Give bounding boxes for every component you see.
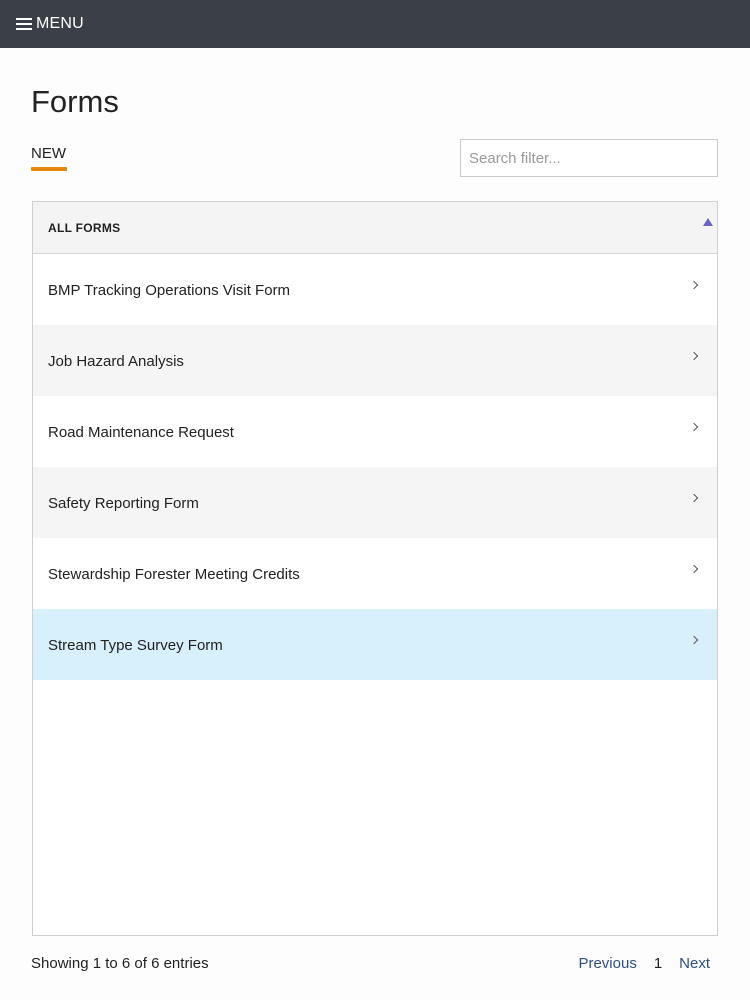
table-row[interactable]: Stewardship Forester Meeting Credits [33,538,717,609]
previous-page-link[interactable]: Previous [578,955,636,972]
forms-table: ALL FORMS BMP Tracking Operations Visit … [32,201,718,936]
row-label: Road Maintenance Request [48,424,234,441]
chevron-right-icon [689,280,699,290]
table-row[interactable]: Job Hazard Analysis [33,325,717,396]
chevron-right-icon [689,493,699,503]
search-input[interactable] [460,139,718,177]
table-row[interactable]: Road Maintenance Request [33,396,717,467]
top-bar: MENU [0,0,750,48]
next-page-link[interactable]: Next [679,955,710,972]
chevron-right-icon [689,635,699,645]
row-label: Job Hazard Analysis [48,353,184,370]
table-row[interactable]: Safety Reporting Form [33,467,717,538]
chevron-right-icon [689,351,699,361]
tab-new[interactable]: NEW [31,145,67,171]
chevron-right-icon [689,564,699,574]
tab-active-underline [31,167,67,171]
table-row-selected[interactable]: Stream Type Survey Form [33,609,717,680]
row-label: Stewardship Forester Meeting Credits [48,566,300,583]
table-header-all-forms[interactable]: ALL FORMS [33,202,717,254]
entries-info: Showing 1 to 6 of 6 entries [31,955,209,972]
pagination: Previous 1 Next [578,955,710,972]
current-page-number[interactable]: 1 [654,955,662,972]
table-row[interactable]: BMP Tracking Operations Visit Form [33,254,717,325]
page-title: Forms [31,84,119,119]
chevron-right-icon [689,422,699,432]
menu-label: MENU [36,15,84,32]
sort-asc-icon[interactable] [703,218,713,226]
row-label: Safety Reporting Form [48,495,199,512]
table-header-label: ALL FORMS [48,221,121,235]
row-label: BMP Tracking Operations Visit Form [48,282,291,299]
tab-new-label: NEW [31,145,66,162]
hamburger-icon [16,18,32,30]
menu-button[interactable]: MENU [16,15,84,33]
row-label: Stream Type Survey Form [48,637,223,654]
